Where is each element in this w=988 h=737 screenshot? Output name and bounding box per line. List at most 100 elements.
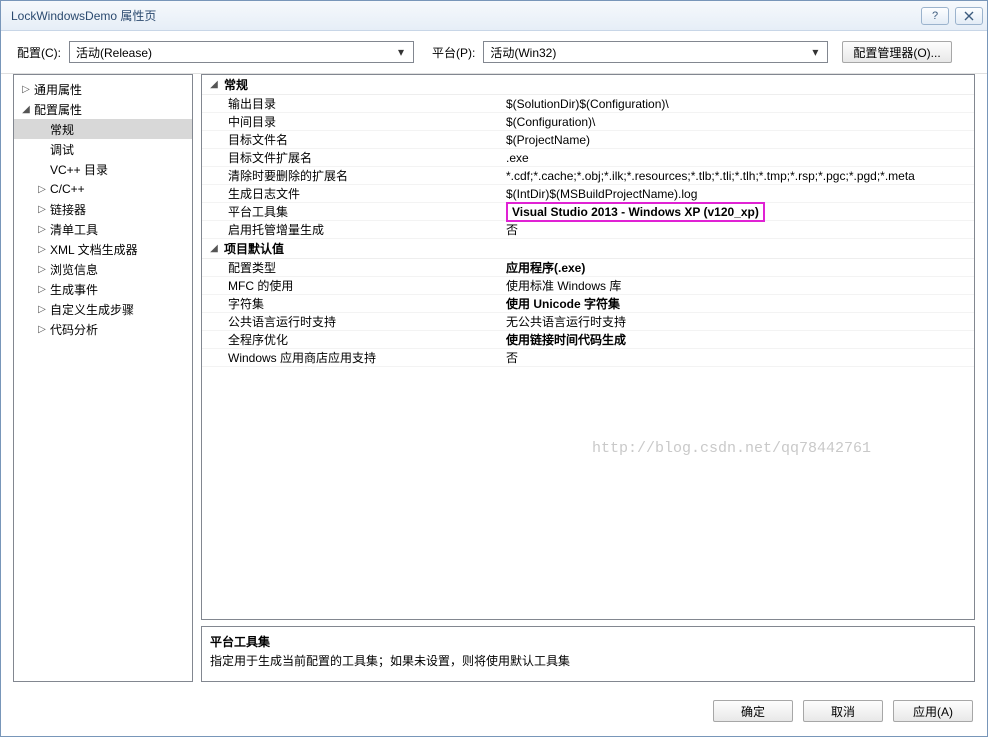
- tree-item[interactable]: ▷代码分析: [14, 319, 192, 339]
- property-row[interactable]: 启用托管增量生成否: [202, 221, 974, 239]
- collapsed-icon: ▷: [36, 284, 48, 295]
- property-row[interactable]: 中间目录$(Configuration)\: [202, 113, 974, 131]
- collapsed-icon: ▷: [36, 224, 48, 235]
- close-icon: [964, 11, 974, 21]
- titlebar: LockWindowsDemo 属性页 ?: [1, 1, 987, 31]
- property-value: *.cdf;*.cache;*.obj;*.ilk;*.resources;*.…: [500, 169, 974, 183]
- chevron-down-icon: ▾: [807, 45, 823, 59]
- property-label: 输出目录: [202, 95, 500, 112]
- config-value: 活动(Release): [76, 44, 393, 61]
- tree-item-label: C/C++: [50, 182, 85, 196]
- property-grid[interactable]: http://blog.csdn.net/qq78442761 ◢常规输出目录$…: [201, 74, 975, 620]
- tree-item[interactable]: ▷C/C++: [14, 179, 192, 199]
- group-name: 项目默认值: [224, 240, 284, 257]
- platform-label: 平台(P):: [432, 44, 475, 61]
- property-row[interactable]: Windows 应用商店应用支持否: [202, 349, 974, 367]
- tree-item-label: 代码分析: [50, 321, 98, 338]
- description-title: 平台工具集: [210, 633, 966, 650]
- property-row[interactable]: 清除时要删除的扩展名*.cdf;*.cache;*.obj;*.ilk;*.re…: [202, 167, 974, 185]
- property-value: $(IntDir)$(MSBuildProjectName).log: [500, 187, 974, 201]
- property-label: MFC 的使用: [202, 277, 500, 294]
- tree-item-label: 生成事件: [50, 281, 98, 298]
- window-buttons: ?: [921, 7, 983, 25]
- property-label: 配置类型: [202, 259, 500, 276]
- collapsed-icon: ▷: [36, 304, 48, 315]
- category-tree[interactable]: ▷通用属性◢配置属性常规调试VC++ 目录▷C/C++▷链接器▷清单工具▷XML…: [13, 74, 193, 682]
- expanded-icon: ◢: [20, 104, 32, 115]
- property-row[interactable]: 目标文件名$(ProjectName): [202, 131, 974, 149]
- group-name: 常规: [224, 76, 248, 93]
- property-label: 目标文件扩展名: [202, 149, 500, 166]
- config-manager-button[interactable]: 配置管理器(O)...: [842, 41, 951, 63]
- property-row[interactable]: MFC 的使用使用标准 Windows 库: [202, 277, 974, 295]
- cancel-button[interactable]: 取消: [803, 700, 883, 722]
- collapsed-icon: ▷: [36, 184, 48, 195]
- tree-item[interactable]: ▷XML 文档生成器: [14, 239, 192, 259]
- tree-item-label: VC++ 目录: [50, 161, 108, 178]
- right-pane: http://blog.csdn.net/qq78442761 ◢常规输出目录$…: [201, 74, 975, 682]
- description-text: 指定用于生成当前配置的工具集；如果未设置，则将使用默认工具集: [210, 652, 966, 669]
- tree-item-label: 配置属性: [34, 101, 82, 118]
- property-value: 使用标准 Windows 库: [500, 277, 974, 294]
- chevron-down-icon: ▾: [393, 45, 409, 59]
- apply-button[interactable]: 应用(A): [893, 700, 973, 722]
- close-button[interactable]: [955, 7, 983, 25]
- tree-item-label: XML 文档生成器: [50, 241, 138, 258]
- property-value: 使用 Unicode 字符集: [500, 295, 974, 312]
- highlighted-value: Visual Studio 2013 - Windows XP (v120_xp…: [506, 202, 765, 222]
- platform-value: 活动(Win32): [490, 44, 807, 61]
- tree-item[interactable]: ▷生成事件: [14, 279, 192, 299]
- property-row[interactable]: 目标文件扩展名.exe: [202, 149, 974, 167]
- tree-item[interactable]: 调试: [14, 139, 192, 159]
- description-panel: 平台工具集 指定用于生成当前配置的工具集；如果未设置，则将使用默认工具集: [201, 626, 975, 682]
- collapsed-icon: ▷: [36, 264, 48, 275]
- property-value: .exe: [500, 151, 974, 165]
- collapsed-icon: ▷: [36, 204, 48, 215]
- property-row[interactable]: 平台工具集 Visual Studio 2013 - Windows XP (v1…: [202, 203, 974, 221]
- tree-item[interactable]: ▷清单工具: [14, 219, 192, 239]
- property-group-header[interactable]: ◢ 常规: [202, 75, 974, 95]
- property-row[interactable]: 字符集使用 Unicode 字符集: [202, 295, 974, 313]
- collapsed-icon: ▷: [20, 84, 32, 95]
- tree-item-label: 通用属性: [34, 81, 82, 98]
- property-value: 否: [500, 221, 974, 238]
- help-button[interactable]: ?: [921, 7, 949, 25]
- ok-button[interactable]: 确定: [713, 700, 793, 722]
- config-toolbar: 配置(C): 活动(Release) ▾ 平台(P): 活动(Win32) ▾ …: [1, 31, 987, 74]
- tree-item[interactable]: ▷通用属性: [14, 79, 192, 99]
- tree-item[interactable]: ▷自定义生成步骤: [14, 299, 192, 319]
- property-label: 目标文件名: [202, 131, 500, 148]
- platform-combo[interactable]: 活动(Win32) ▾: [483, 41, 828, 63]
- window-title: LockWindowsDemo 属性页: [11, 7, 921, 24]
- property-value: 应用程序(.exe): [500, 259, 974, 276]
- property-value: $(ProjectName): [500, 133, 974, 147]
- tree-item[interactable]: ▷浏览信息: [14, 259, 192, 279]
- property-row[interactable]: 全程序优化使用链接时间代码生成: [202, 331, 974, 349]
- config-combo[interactable]: 活动(Release) ▾: [69, 41, 414, 63]
- collapsed-icon: ▷: [36, 324, 48, 335]
- tree-item[interactable]: 常规: [14, 119, 192, 139]
- config-label: 配置(C):: [17, 44, 61, 61]
- expanded-icon: ◢: [208, 243, 220, 254]
- collapsed-icon: ▷: [36, 244, 48, 255]
- tree-item[interactable]: ◢配置属性: [14, 99, 192, 119]
- property-label: 公共语言运行时支持: [202, 313, 500, 330]
- watermark-text: http://blog.csdn.net/qq78442761: [592, 440, 871, 457]
- tree-item-label: 常规: [50, 121, 74, 138]
- dialog-footer: 确定 取消 应用(A): [1, 690, 987, 736]
- property-value: Visual Studio 2013 - Windows XP (v120_xp…: [500, 202, 974, 222]
- tree-item-label: 浏览信息: [50, 261, 98, 278]
- property-label: 启用托管增量生成: [202, 221, 500, 238]
- tree-item[interactable]: VC++ 目录: [14, 159, 192, 179]
- property-label: 平台工具集: [202, 203, 500, 220]
- property-row[interactable]: 配置类型应用程序(.exe): [202, 259, 974, 277]
- property-row[interactable]: 输出目录$(SolutionDir)$(Configuration)\: [202, 95, 974, 113]
- property-value: $(Configuration)\: [500, 115, 974, 129]
- tree-item[interactable]: ▷链接器: [14, 199, 192, 219]
- property-label: 全程序优化: [202, 331, 500, 348]
- property-row[interactable]: 公共语言运行时支持无公共语言运行时支持: [202, 313, 974, 331]
- property-value: $(SolutionDir)$(Configuration)\: [500, 97, 974, 111]
- property-row[interactable]: 生成日志文件$(IntDir)$(MSBuildProjectName).log: [202, 185, 974, 203]
- expanded-icon: ◢: [208, 79, 220, 90]
- property-group-header[interactable]: ◢ 项目默认值: [202, 239, 974, 259]
